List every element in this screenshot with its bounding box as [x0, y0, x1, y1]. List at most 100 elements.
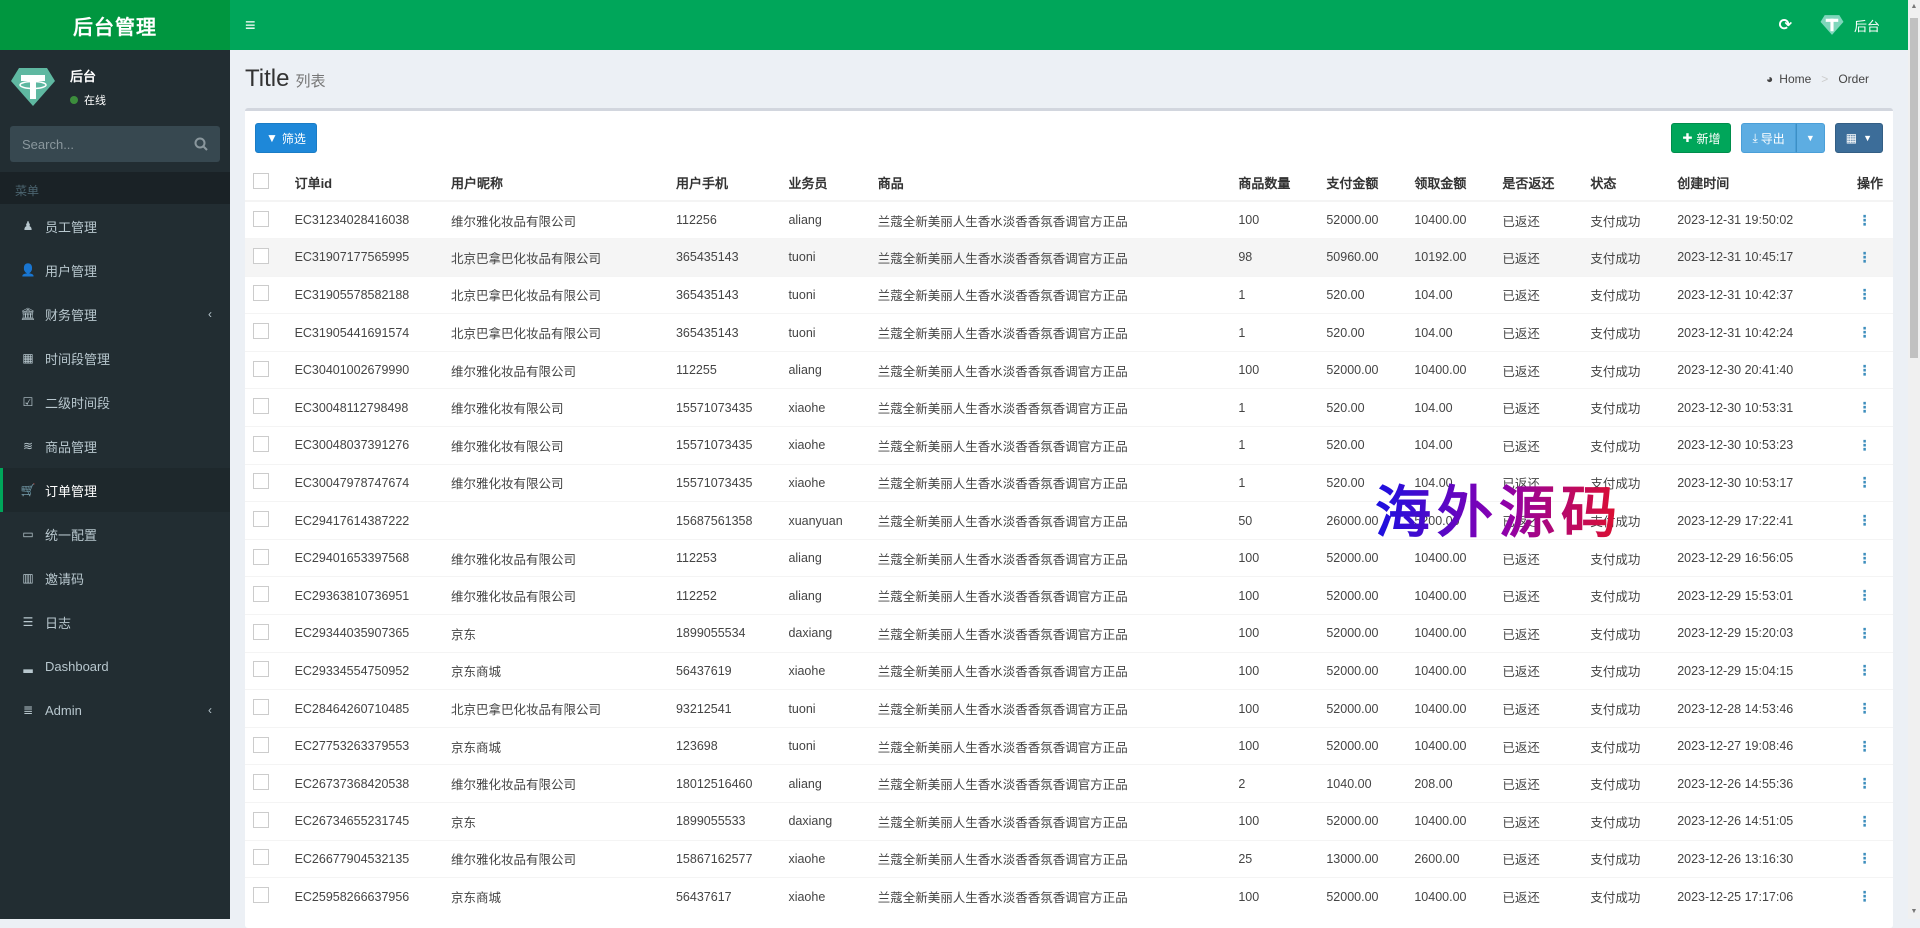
row-actions-kebab-icon[interactable]: ⋮ — [1828, 576, 1893, 615]
row-actions-kebab-icon[interactable]: ⋮ — [1828, 651, 1893, 690]
select-all-checkbox[interactable] — [253, 173, 269, 189]
table-row[interactable]: EC25958266637956 京东商城 56437617 xiaohe 兰蔻全新美丽… — [245, 877, 1893, 916]
table-row[interactable]: EC30048037391276 维尔雅化妆有限公司 15571073435 xiao… — [245, 426, 1893, 465]
table-row[interactable]: EC31905578582188 北京巴拿巴化妆品有限公司 365435143 tuo… — [245, 275, 1893, 314]
export-button[interactable]: ⤓ 导出 — [1741, 123, 1796, 153]
sidebar-item-7[interactable]: ▭ 统一配置 — [0, 512, 230, 556]
export-dropdown-toggle[interactable]: ▼ — [1795, 123, 1825, 153]
row-checkbox[interactable] — [253, 398, 269, 415]
table-cell: EC29334554750952 — [286, 651, 444, 690]
table-row[interactable]: EC29334554750952 京东商城 56437619 xiaohe 兰蔻全新美丽… — [245, 651, 1893, 690]
row-actions-kebab-icon[interactable]: ⋮ — [1828, 802, 1893, 841]
table-row[interactable]: EC31907177565995 北京巴拿巴化妆品有限公司 365435143 tuo… — [245, 238, 1893, 277]
row-checkbox[interactable] — [253, 736, 269, 753]
row-actions-kebab-icon[interactable]: ⋮ — [1828, 764, 1893, 803]
column-header[interactable]: 订单id — [286, 165, 444, 202]
column-header[interactable]: 状态 — [1582, 165, 1670, 202]
sidebar-search-input[interactable] — [22, 136, 172, 152]
table-row[interactable]: EC29363810736951 维尔雅化妆品有限公司 112252 aliang 兰蔻… — [245, 576, 1893, 615]
sidebar-item-10[interactable]: ▂ Dashboard — [0, 644, 230, 688]
page-scrollbar[interactable]: ▲ ▼ — [1908, 0, 1920, 919]
row-checkbox[interactable] — [253, 586, 269, 603]
sidebar-item-6[interactable]: 🛒 订单管理 — [0, 468, 230, 512]
column-header[interactable]: 支付金额 — [1318, 165, 1407, 202]
sidebar-item-5[interactable]: ≋ 商品管理 — [0, 424, 230, 468]
table-row[interactable]: EC30401002679990 维尔雅化妆品有限公司 112255 aliang 兰蔻… — [245, 350, 1893, 389]
columns-toggle-button[interactable]: ▦ ▼ — [1834, 123, 1883, 153]
table-row[interactable]: EC30048112798498 维尔雅化妆有限公司 15571073435 xiao… — [245, 388, 1893, 427]
add-button[interactable]: ✚ 新增 — [1671, 123, 1732, 153]
menu-toggle-icon[interactable]: ≡ — [230, 15, 271, 36]
sidebar-item-1[interactable]: 👤 用户管理 — [0, 248, 230, 292]
row-checkbox[interactable] — [253, 548, 269, 565]
table-row[interactable]: EC29401653397568 维尔雅化妆品有限公司 112253 aliang 兰蔻… — [245, 538, 1893, 577]
sidebar-item-3[interactable]: ▦ 时间段管理 — [0, 336, 230, 380]
scrollbar-thumb[interactable] — [1910, 18, 1918, 358]
column-header[interactable]: 创建时间 — [1669, 165, 1829, 202]
row-checkbox[interactable] — [253, 811, 269, 828]
table-row[interactable]: EC29344035907365 京东 1899055534 daxiang 兰蔻全新美… — [245, 614, 1893, 653]
sidebar-item-9[interactable]: ☰ 日志 — [0, 600, 230, 644]
table-row[interactable]: EC26677904532135 维尔雅化妆品有限公司 15867162577 xia… — [245, 839, 1893, 878]
row-checkbox[interactable] — [253, 285, 269, 302]
table-row[interactable]: EC26734655231745 京东 1899055533 daxiang 兰蔻全新美… — [245, 802, 1893, 841]
row-actions-kebab-icon[interactable]: ⋮ — [1828, 839, 1893, 878]
sidebar-item-2[interactable]: 🏛 财务管理 ‹ — [0, 292, 230, 336]
row-checkbox[interactable] — [253, 511, 269, 528]
sidebar-item-8[interactable]: ▥ 邀请码 — [0, 556, 230, 600]
column-header[interactable]: 用户昵称 — [443, 165, 668, 202]
table-row[interactable]: EC29417614387222 15687561358 xuanyuan 兰蔻全新美… — [245, 501, 1893, 540]
column-header[interactable]: 商品 — [869, 165, 1231, 202]
row-actions-kebab-icon[interactable]: ⋮ — [1828, 313, 1893, 352]
table-row[interactable]: EC28464260710485 北京巴拿巴化妆品有限公司 93212541 tuon… — [245, 689, 1893, 728]
row-actions-kebab-icon[interactable]: ⋮ — [1828, 614, 1893, 653]
row-actions-kebab-icon[interactable]: ⋮ — [1828, 388, 1893, 427]
column-header[interactable]: 业务员 — [780, 165, 870, 202]
sidebar-item-0[interactable]: ♟ 员工管理 — [0, 204, 230, 248]
row-checkbox[interactable] — [253, 247, 269, 264]
filter-button[interactable]: ▼ 筛选 — [255, 123, 317, 153]
row-checkbox[interactable] — [253, 774, 269, 791]
row-checkbox[interactable] — [253, 473, 269, 490]
row-checkbox[interactable] — [253, 360, 269, 377]
column-header[interactable]: 商品数量 — [1230, 165, 1319, 202]
row-actions-kebab-icon[interactable]: ⋮ — [1828, 501, 1893, 540]
row-checkbox[interactable] — [253, 210, 269, 227]
sidebar-item-4[interactable]: ☑ 二级时间段 — [0, 380, 230, 424]
table-row[interactable]: EC31234028416038 维尔雅化妆品有限公司 112256 aliang 兰蔻… — [245, 200, 1893, 239]
row-checkbox[interactable] — [253, 323, 269, 340]
scroll-down-arrow-icon[interactable]: ▼ — [1908, 905, 1920, 919]
column-header[interactable]: 领取金额 — [1406, 165, 1495, 202]
table-row[interactable]: EC30047978747674 维尔雅化妆有限公司 15571073435 xiao… — [245, 463, 1893, 502]
row-actions-kebab-icon[interactable]: ⋮ — [1828, 275, 1893, 314]
row-checkbox[interactable] — [253, 661, 269, 678]
breadcrumb-home[interactable]: Home — [1779, 72, 1811, 86]
sidebar-item-11[interactable]: ≣ Admin ‹ — [0, 688, 230, 732]
row-actions-kebab-icon[interactable]: ⋮ — [1828, 877, 1893, 916]
row-actions-kebab-icon[interactable]: ⋮ — [1828, 426, 1893, 465]
table-row[interactable]: EC27753263379553 京东商城 123698 tuoni 兰蔻全新美丽人生香… — [245, 726, 1893, 765]
column-header[interactable]: 是否返还 — [1494, 165, 1583, 202]
row-checkbox[interactable] — [253, 623, 269, 640]
row-checkbox[interactable] — [253, 887, 269, 904]
row-actions-kebab-icon[interactable]: ⋮ — [1828, 538, 1893, 577]
refresh-icon[interactable]: ⟳ — [1779, 15, 1792, 35]
scroll-up-arrow-icon[interactable]: ▲ — [1908, 0, 1920, 14]
column-header[interactable]: 用户手机 — [667, 165, 781, 202]
app-logo[interactable]: 后台管理 — [0, 0, 230, 50]
row-actions-kebab-icon[interactable]: ⋮ — [1828, 463, 1893, 502]
table-cell: 1 — [1230, 275, 1319, 314]
row-actions-kebab-icon[interactable]: ⋮ — [1828, 350, 1893, 389]
column-header[interactable]: 操作 — [1828, 165, 1893, 202]
row-checkbox[interactable] — [253, 435, 269, 452]
row-checkbox[interactable] — [253, 699, 269, 716]
row-actions-kebab-icon[interactable]: ⋮ — [1828, 689, 1893, 728]
row-checkbox[interactable] — [253, 849, 269, 866]
top-user-menu[interactable]: 后台 — [1820, 13, 1880, 37]
row-actions-kebab-icon[interactable]: ⋮ — [1828, 238, 1893, 277]
table-row[interactable]: EC31905441691574 北京巴拿巴化妆品有限公司 365435143 tuo… — [245, 313, 1893, 352]
row-actions-kebab-icon[interactable]: ⋮ — [1828, 726, 1893, 765]
search-icon[interactable] — [194, 137, 208, 151]
row-actions-kebab-icon[interactable]: ⋮ — [1828, 200, 1893, 239]
table-row[interactable]: EC26737368420538 维尔雅化妆品有限公司 18012516460 ali… — [245, 764, 1893, 803]
